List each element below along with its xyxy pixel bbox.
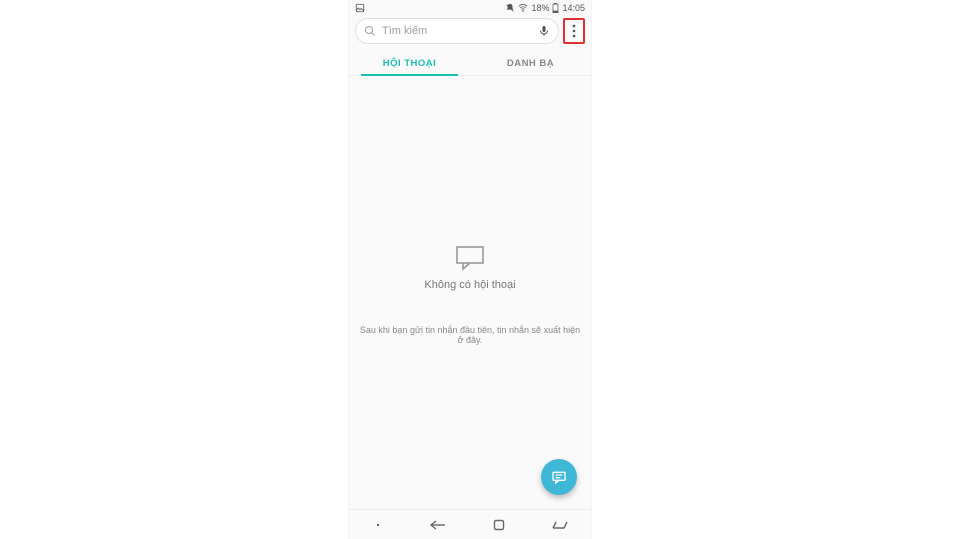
nav-home-icon[interactable] xyxy=(493,519,505,531)
battery-icon xyxy=(552,3,559,13)
empty-description: Sau khi bạn gửi tin nhắn đầu tiên, tin n… xyxy=(349,325,591,345)
compose-icon xyxy=(551,469,567,485)
search-icon xyxy=(364,25,376,37)
tab-contacts[interactable]: DANH BẠ xyxy=(470,50,591,75)
status-time: 14:05 xyxy=(562,3,585,13)
tabs: HỘI THOẠI DANH BẠ xyxy=(349,50,591,76)
search-placeholder: Tìm kiếm xyxy=(382,25,532,37)
mute-icon xyxy=(505,3,515,13)
navigation-bar xyxy=(349,509,591,539)
search-input[interactable]: Tìm kiếm xyxy=(355,18,559,44)
mic-icon[interactable] xyxy=(538,25,550,37)
compose-fab[interactable] xyxy=(541,459,577,495)
wifi-icon xyxy=(518,3,528,13)
status-left xyxy=(355,3,365,13)
status-right: 18% 14:05 xyxy=(505,3,585,13)
nav-back-icon[interactable] xyxy=(430,519,446,531)
topbar: Tìm kiếm xyxy=(349,16,591,50)
empty-state: Không có hội thoại Sau khi bạn gửi tin n… xyxy=(349,245,591,345)
nav-recents-icon[interactable] xyxy=(552,519,568,531)
image-icon xyxy=(355,3,365,13)
phone-frame: 18% 14:05 Tìm kiếm HỘI THOẠI DANH BẠ Khô… xyxy=(349,0,591,539)
more-options-button[interactable] xyxy=(563,18,585,44)
status-bar: 18% 14:05 xyxy=(349,0,591,16)
empty-chat-icon xyxy=(349,245,591,271)
tab-label: DANH BẠ xyxy=(507,58,554,69)
nav-dot-icon[interactable] xyxy=(373,520,383,530)
empty-title: Không có hội thoại xyxy=(349,279,591,291)
tab-conversations[interactable]: HỘI THOẠI xyxy=(349,50,470,75)
battery-percent: 18% xyxy=(531,3,549,13)
more-vertical-icon xyxy=(572,24,576,38)
tab-label: HỘI THOẠI xyxy=(383,58,437,69)
